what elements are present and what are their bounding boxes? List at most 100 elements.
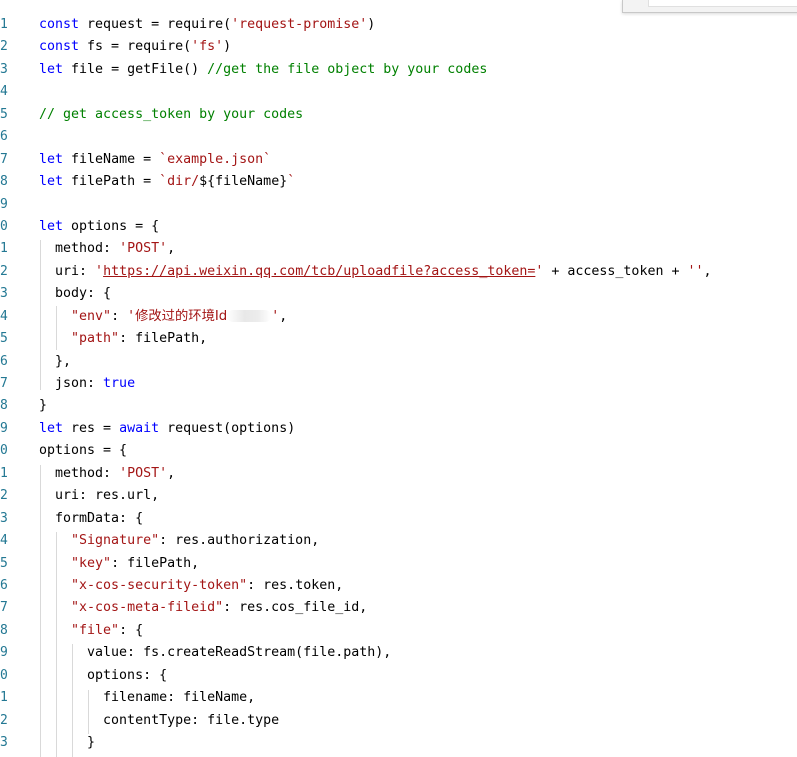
code-token: let — [39, 61, 64, 77]
code-token: '' — [687, 263, 704, 279]
indent-guide — [56, 306, 57, 350]
code-token: https://api.weixin.qq.com/tcb/uploadfile… — [103, 263, 536, 279]
line-number-gutter: 1 2 3 4 5 6 7 8 9 0 1 2 3 4 5 6 7 8 9 0 1 2 3 4 5 6 7 8 9 0 1 2 3 — [0, 14, 14, 754]
code-token: request = require( — [79, 17, 232, 32]
code-token: uri: res.url, — [39, 488, 160, 504]
code-token: 'request-promise' — [231, 17, 368, 32]
code-token: filePath = — [63, 174, 160, 190]
code-line[interactable]: uri: res.url, — [39, 485, 797, 507]
code-line[interactable]: "Signature": res.authorization, — [39, 530, 797, 552]
code-token: let — [39, 151, 64, 167]
code-line[interactable]: options: { — [39, 665, 797, 687]
code-area[interactable]: const request = require('request-promise… — [39, 14, 797, 754]
code-line[interactable]: contentType: file.type — [39, 710, 797, 732]
line-number: 9 — [0, 420, 8, 436]
code-token: ' — [95, 263, 104, 279]
code-line[interactable]: let fileName = `example.json` — [39, 149, 797, 171]
line-number: 6 — [0, 353, 8, 369]
code-editor[interactable]: 1 2 3 4 5 6 7 8 9 0 1 2 3 4 5 6 7 8 9 0 1 2 3 4 5 6 7 8 9 0 1 2 3 const … — [0, 0, 797, 757]
code-token: // get access_token by your codes — [39, 106, 304, 122]
code-line[interactable]: let options = { — [39, 216, 797, 238]
code-line[interactable]: body: { — [39, 283, 797, 305]
code-token: ` — [287, 174, 296, 190]
indent-guide — [72, 644, 73, 757]
line-number: 5 — [0, 331, 8, 347]
code-token: //get the file object by your codes — [207, 61, 488, 77]
code-line[interactable]: method: 'POST', — [39, 463, 797, 485]
code-token: ' — [127, 308, 136, 324]
code-token: ) — [367, 17, 376, 32]
code-token: let — [39, 174, 64, 190]
code-token: fileName = — [63, 151, 160, 167]
code-token: value: fs.createReadStream(file.path), — [39, 645, 392, 661]
code-token: ) — [223, 39, 232, 55]
indent-guide — [40, 240, 41, 390]
code-token: : { — [119, 622, 144, 638]
code-line[interactable] — [39, 81, 797, 103]
code-token: "path" — [71, 331, 120, 347]
code-token: "x-cos-meta-fileid" — [71, 600, 224, 616]
code-line[interactable]: } — [39, 395, 797, 417]
line-number: 6 — [0, 577, 8, 593]
line-number: 4 — [0, 308, 8, 324]
line-number: 2 — [0, 39, 8, 55]
code-token: let — [39, 420, 64, 436]
code-line[interactable]: "path": filePath, — [39, 328, 797, 350]
line-number: 6 — [0, 129, 8, 145]
code-token: "x-cos-security-token" — [71, 577, 248, 593]
code-line[interactable]: method: 'POST', — [39, 238, 797, 260]
code-line[interactable]: options = { — [39, 440, 797, 462]
code-line[interactable]: "key": filePath, — [39, 553, 797, 575]
code-line[interactable]: "file": { — [39, 620, 797, 642]
code-line[interactable]: let file = getFile() //get the file obje… — [39, 59, 797, 81]
code-token: fs = require( — [79, 39, 192, 55]
code-token: : res.token, — [247, 577, 344, 593]
code-token: : res.authorization, — [159, 533, 320, 549]
line-number: 0 — [0, 218, 8, 234]
code-line[interactable]: }, — [39, 351, 797, 373]
code-token: , — [167, 465, 176, 481]
code-token: `example.json` — [159, 151, 272, 167]
code-token: "file" — [71, 622, 120, 638]
line-number: 7 — [0, 600, 8, 616]
code-token: const — [39, 39, 80, 55]
line-number: 7 — [0, 151, 8, 167]
code-line[interactable]: "x-cos-meta-fileid": res.cos_file_id, — [39, 597, 797, 619]
code-line[interactable]: // get access_token by your codes — [39, 104, 797, 126]
code-token: } — [39, 398, 48, 414]
line-number: 8 — [0, 398, 8, 414]
code-token: } — [39, 735, 96, 750]
code-line[interactable]: let filePath = `dir/${fileName}` — [39, 171, 797, 193]
code-token: , — [167, 241, 176, 257]
code-token: true — [103, 376, 136, 391]
code-line[interactable]: formData: { — [39, 508, 797, 530]
line-number: 3 — [0, 286, 8, 302]
code-line[interactable]: "env": '修改过的环境Id ', — [39, 306, 797, 328]
code-token: + access_token + — [543, 263, 688, 279]
code-token: : filePath, — [119, 331, 208, 347]
line-number: 9 — [0, 196, 8, 212]
indent-guide — [40, 465, 41, 757]
code-line[interactable]: filename: fileName, — [39, 687, 797, 709]
code-token: json: — [39, 376, 104, 391]
code-line[interactable]: value: fs.createReadStream(file.path), — [39, 642, 797, 664]
code-line[interactable]: const fs = require('fs') — [39, 36, 797, 58]
line-number: 9 — [0, 645, 8, 661]
line-number: 0 — [0, 667, 8, 683]
code-token: `dir/ — [159, 174, 200, 190]
line-number: 4 — [0, 533, 8, 549]
code-line[interactable]: uri: 'https://api.weixin.qq.com/tcb/uplo… — [39, 261, 797, 283]
code-line[interactable]: let res = await request(options) — [39, 418, 797, 440]
code-token: request(options) — [159, 420, 296, 436]
code-line[interactable]: json: true — [39, 373, 797, 395]
indent-guide — [88, 690, 89, 734]
code-line[interactable]: } — [39, 732, 797, 754]
code-line[interactable]: const request = require('request-promise… — [39, 14, 797, 36]
line-number: 7 — [0, 376, 8, 391]
code-line[interactable]: "x-cos-security-token": res.token, — [39, 575, 797, 597]
line-number: 1 — [0, 465, 8, 481]
code-token: 修改过的环境Id — [135, 308, 228, 324]
code-line[interactable] — [39, 194, 797, 216]
indent-guide — [56, 532, 57, 757]
code-line[interactable] — [39, 126, 797, 148]
